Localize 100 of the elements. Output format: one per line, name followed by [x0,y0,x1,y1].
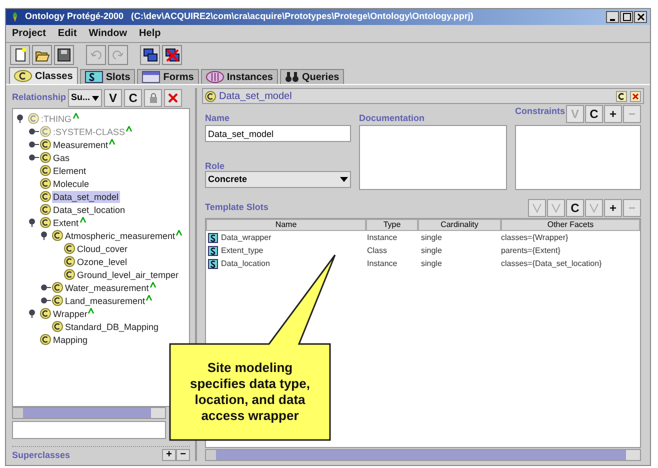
class-icon [52,230,63,241]
class-icon [40,178,51,189]
windows-icon [142,47,158,63]
tree-item[interactable]: Standard_DB_Mapping [64,320,160,332]
toolbar-button[interactable]: C [566,199,584,217]
collapsed-toggle-icon[interactable] [28,153,39,162]
documentation-field[interactable] [358,125,507,190]
toolbar-button[interactable]: + [604,199,622,217]
table-cell: Data_location [220,258,270,270]
callout-text: Site modeling specifies data type, location, and data access wrapper [189,360,311,424]
toolbar-button[interactable]: + [604,105,622,123]
table-cell-text: single [420,244,443,256]
class-icon [40,217,51,228]
tree-item[interactable]: Data_set_model [52,190,120,202]
slot-icon [208,232,218,242]
collapsed-toggle-icon[interactable] [28,140,39,149]
tree-item[interactable]: Land_measurement [64,294,146,306]
menu-item[interactable]: Edit [58,26,77,41]
column-header[interactable]: Name [206,219,366,231]
class-icon [40,308,51,319]
lock-button[interactable] [144,89,162,107]
instance-icon [206,71,224,83]
tab[interactable]: Forms [137,69,199,84]
class-icon [64,243,75,254]
relationship-dropdown[interactable]: Su... [68,89,102,107]
close-icon[interactable] [630,90,641,102]
table-cell-text: classes={Wrapper} [500,232,570,244]
class-icon [40,334,51,345]
tab[interactable]: Slots [80,69,136,84]
column-header[interactable]: Cardinality [418,219,501,231]
collapsed-toggle-icon[interactable] [28,127,39,136]
tree-item[interactable]: Molecule [52,178,90,190]
superclasses-label: Superclasses [12,450,72,460]
table-cell-text: parents={Extent} [500,244,562,256]
class-icon [40,191,51,202]
window-title: Ontology Protégé-2000 (C:\dev\ACQUIRE2\com\cra\acquire\Prototypes\Protege\Ontology\Ontology.pprj) [25,10,474,24]
menu-item[interactable]: Window [88,26,128,41]
column-header[interactable]: Other Facets [500,219,640,231]
constraints-label: Constraints [514,105,565,118]
dropdown-caret-icon [92,96,100,100]
open-button[interactable] [32,45,52,65]
superclass-button[interactable]: + [162,449,176,461]
class-icon [28,113,39,124]
role-dropdown[interactable]: Concrete [204,171,351,188]
name-label: Name [204,112,230,125]
constraints-field[interactable] [514,125,641,190]
collapsed-toggle-icon[interactable] [40,296,51,305]
tree-item[interactable]: Ozone_level [76,256,128,268]
table-cell-text: classes={Data_set_location} [500,258,603,270]
tab[interactable]: Classes [9,67,78,84]
tab[interactable]: Queries [280,69,344,84]
column-header[interactable]: Type [366,219,418,231]
table-cell-text: Instance [366,258,398,270]
horizontal-scrollbar[interactable] [12,407,166,419]
slot-icon [84,71,103,83]
tree-item[interactable]: Wrapper [52,308,88,320]
tree-item[interactable]: Ground_level_air_temper [76,268,180,280]
class-icon [14,70,32,82]
class-icon[interactable] [616,90,627,102]
maximize-button[interactable] [620,11,633,23]
tree-item[interactable]: Atmospheric_measurement [64,230,176,242]
table-cell: Extent_type [220,244,264,256]
class-icon [40,139,51,150]
form-title: Data_set_model [218,90,293,104]
minimize-button[interactable] [606,11,619,23]
horizontal-scrollbar[interactable] [204,449,641,461]
close-windows-button[interactable] [162,45,182,65]
toolbar-button[interactable]: V [104,89,122,107]
tree-item[interactable]: Element [52,164,88,176]
windows-button[interactable] [140,45,160,65]
close-button[interactable] [634,11,647,23]
table-cell-text: single [420,232,443,244]
table-cell-text: single [420,258,443,270]
tab[interactable]: Instances [200,69,278,84]
tree-item[interactable]: :SYSTEM-CLASS [52,126,126,138]
collapsed-toggle-icon[interactable] [40,283,51,292]
class-icon [64,269,75,280]
save-button[interactable] [54,45,74,65]
save-icon [56,47,72,63]
tree-item[interactable]: :THING [40,112,72,124]
menu-item[interactable]: Project [12,26,46,41]
superclass-button[interactable]: − [176,449,190,461]
class-icon [52,295,63,306]
tree-item[interactable]: Mapping [52,334,89,346]
slot-icon [208,246,218,256]
class-icon [40,165,51,176]
tree-item[interactable]: Water_measurement [64,282,150,294]
tree-item[interactable]: Gas [52,152,71,164]
tree-item[interactable]: Data_set_location [52,204,126,216]
class-icon [40,152,51,163]
name-field[interactable]: Data_set_model [204,125,351,142]
close-windows-icon [164,47,180,63]
tree-item[interactable]: Measurement [52,138,110,150]
toolbar-button[interactable]: C [124,89,142,107]
delete-button[interactable] [164,89,182,107]
menu-item[interactable]: Help [139,26,161,41]
new-button[interactable] [10,45,30,65]
toolbar-button[interactable]: C [585,105,603,123]
tree-item[interactable]: Cloud_cover [76,242,129,254]
tree-item[interactable]: Extent [52,216,80,228]
